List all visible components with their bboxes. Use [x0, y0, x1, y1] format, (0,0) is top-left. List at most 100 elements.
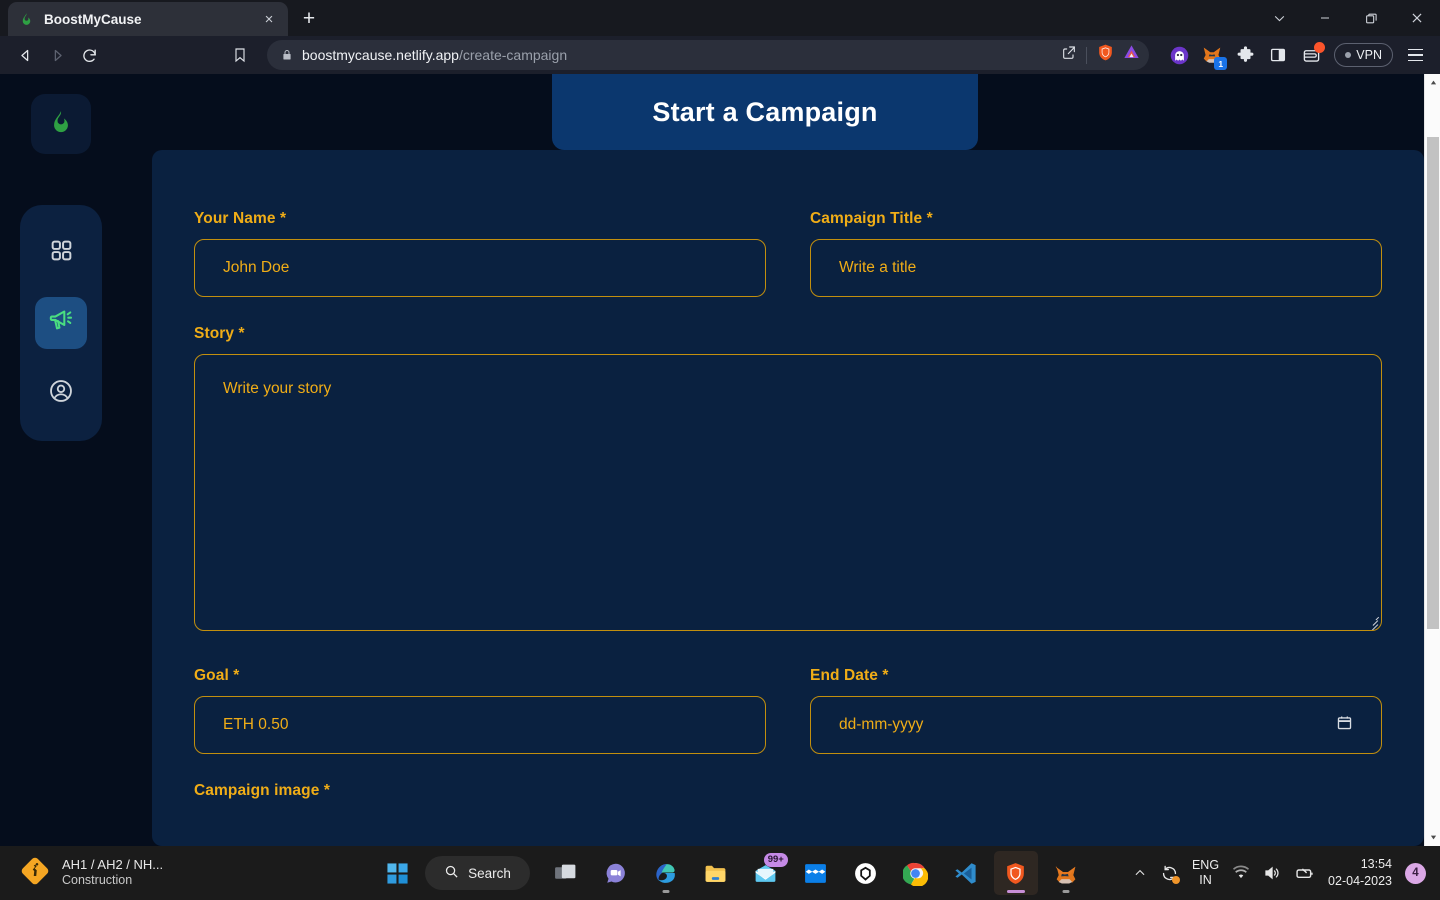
sidebar-item-dashboard[interactable] [35, 227, 87, 279]
taskbar-app-visual-studio-code[interactable] [944, 851, 988, 895]
sidebar-item-campaign[interactable] [35, 297, 87, 349]
browser-window: BoostMyCause × + boostmycause.netlify.ap… [0, 0, 1440, 900]
back-arrow-icon[interactable] [10, 40, 40, 70]
taskbar-search[interactable]: Search [425, 856, 530, 890]
volume-icon[interactable] [1263, 864, 1281, 882]
metamask-fox-icon[interactable]: 1 [1198, 41, 1228, 70]
taskbar-app-dropbox[interactable] [794, 851, 838, 895]
share-icon[interactable] [1061, 45, 1077, 66]
field-end-date: End Date * dd-mm-yyyy [810, 667, 1382, 754]
app-sidebar [20, 82, 102, 441]
scrollbar-thumb[interactable] [1427, 137, 1439, 629]
textarea-story-placeholder: Write your story [223, 380, 332, 397]
taskbar-app-mail[interactable]: 99+ [744, 851, 788, 895]
form-row-1: Your Name * John Doe Campaign Title * Wr… [194, 210, 1382, 297]
ghost-extension-icon[interactable] [1165, 41, 1193, 69]
taskbar-clock[interactable]: 13:54 02-04-2023 [1328, 856, 1392, 890]
input-your-name[interactable]: John Doe [194, 239, 766, 297]
sidebar-panel-icon[interactable] [1264, 41, 1292, 69]
label-story: Story * [194, 325, 245, 342]
user-circle-icon [48, 378, 74, 409]
taskbar-apps: Search 99+ [330, 851, 1133, 895]
battery-icon[interactable] [1294, 863, 1315, 884]
input-goal[interactable]: ETH 0.50 [194, 696, 766, 754]
window-controls [1256, 0, 1440, 36]
traffic-widget-line2: Construction [62, 873, 133, 888]
page-scrollbar[interactable] [1424, 74, 1440, 846]
field-goal: Goal * ETH 0.50 [194, 667, 766, 754]
restore-icon[interactable] [1348, 0, 1394, 36]
taskbar-app-brave-nightly[interactable] [844, 851, 888, 895]
taskbar-app-microsoft-edge[interactable] [644, 851, 688, 895]
label-campaign-title: Campaign Title * [810, 210, 933, 227]
url-domain: boostmycause.netlify.app [302, 47, 459, 63]
close-icon[interactable] [1394, 0, 1440, 36]
flame-logo-icon [48, 109, 74, 140]
textarea-story[interactable]: Write your story [194, 354, 1382, 631]
form-row-2: Goal * ETH 0.50 End Date * dd-mm-yyyy [194, 667, 1382, 754]
windows-taskbar: AH1 / AH2 / NH... Construction Search 99… [0, 846, 1440, 900]
extensions-puzzle-icon[interactable] [1231, 41, 1259, 69]
grid-icon [49, 238, 74, 268]
sync-icon[interactable] [1160, 864, 1180, 884]
minimize-icon[interactable] [1302, 0, 1348, 36]
menu-line [1407, 48, 1423, 51]
notification-badge[interactable]: 4 [1405, 862, 1426, 884]
new-tab-button[interactable]: + [294, 4, 324, 34]
address-bar-actions [1061, 43, 1141, 67]
language-indicator[interactable]: ENG IN [1192, 858, 1219, 889]
browser-tab-boostmycause[interactable]: BoostMyCause × [8, 2, 288, 36]
megaphone-icon [48, 307, 75, 339]
close-icon[interactable]: × [260, 12, 278, 27]
chevron-up-icon[interactable] [1133, 866, 1147, 880]
input-end-date[interactable]: dd-mm-yyyy [810, 696, 1382, 754]
taskbar-app-file-explorer[interactable] [694, 851, 738, 895]
taskbar-app-teams-chat[interactable] [594, 851, 638, 895]
label-your-name: Your Name * [194, 210, 287, 227]
input-end-date-value: dd-mm-yyyy [839, 716, 924, 733]
browser-toolbar-extensions: 1 VPN [1159, 41, 1430, 70]
windows-start-button[interactable] [375, 851, 419, 895]
app-logo[interactable] [31, 94, 91, 154]
forward-arrow-icon[interactable] [42, 40, 72, 70]
wallet-icon[interactable] [1297, 41, 1326, 69]
language-line2: IN [1199, 873, 1212, 887]
wifi-icon[interactable] [1232, 864, 1250, 882]
sidebar-item-profile[interactable] [35, 367, 87, 419]
page-title-banner: Start a Campaign [552, 74, 978, 150]
lock-icon [281, 49, 293, 61]
tab-search-icon[interactable] [1256, 0, 1302, 36]
field-campaign-image: Campaign image * [194, 782, 1382, 811]
brave-rewards-icon[interactable] [1122, 43, 1141, 67]
label-campaign-image: Campaign image * [194, 782, 330, 799]
taskbar-app-firefox[interactable] [1044, 851, 1088, 895]
vpn-status-dot [1345, 52, 1352, 58]
main-content: Start a Campaign Your Name * John Doe Ca… [152, 74, 1424, 846]
brave-shield-icon[interactable] [1096, 43, 1115, 67]
field-your-name: Your Name * John Doe [194, 210, 766, 297]
label-end-date: End Date * [810, 667, 889, 684]
search-label: Search [468, 865, 511, 881]
label-goal: Goal * [194, 667, 240, 684]
vpn-button[interactable]: VPN [1334, 43, 1393, 67]
construction-sign-icon [20, 856, 50, 891]
system-tray: ENG IN 13:54 02-04-2023 4 [1133, 856, 1440, 890]
taskbar-app-google-chrome[interactable] [894, 851, 938, 895]
resize-handle-icon[interactable] [1365, 614, 1379, 630]
scroll-down-arrow-icon[interactable] [1425, 829, 1440, 846]
page-viewport: Start a Campaign Your Name * John Doe Ca… [0, 74, 1440, 846]
taskbar-app-task-view[interactable] [544, 851, 588, 895]
taskbar-app-brave-browser[interactable] [993, 851, 1038, 895]
create-campaign-form: Your Name * John Doe Campaign Title * Wr… [152, 150, 1424, 846]
wallet-alert-dot [1314, 42, 1326, 53]
scroll-up-arrow-icon[interactable] [1425, 74, 1440, 91]
reload-icon[interactable] [74, 40, 104, 70]
metamask-notification-badge: 1 [1214, 57, 1228, 70]
calendar-icon[interactable] [1336, 714, 1353, 736]
address-bar[interactable]: boostmycause.netlify.app/create-campaign [267, 40, 1150, 70]
browser-menu-button[interactable] [1400, 41, 1430, 69]
traffic-widget-text: AH1 / AH2 / NH... Construction [62, 857, 163, 889]
bookmark-icon[interactable] [223, 40, 257, 70]
input-campaign-title[interactable]: Write a title [810, 239, 1382, 297]
taskbar-traffic-widget[interactable]: AH1 / AH2 / NH... Construction [0, 856, 330, 891]
